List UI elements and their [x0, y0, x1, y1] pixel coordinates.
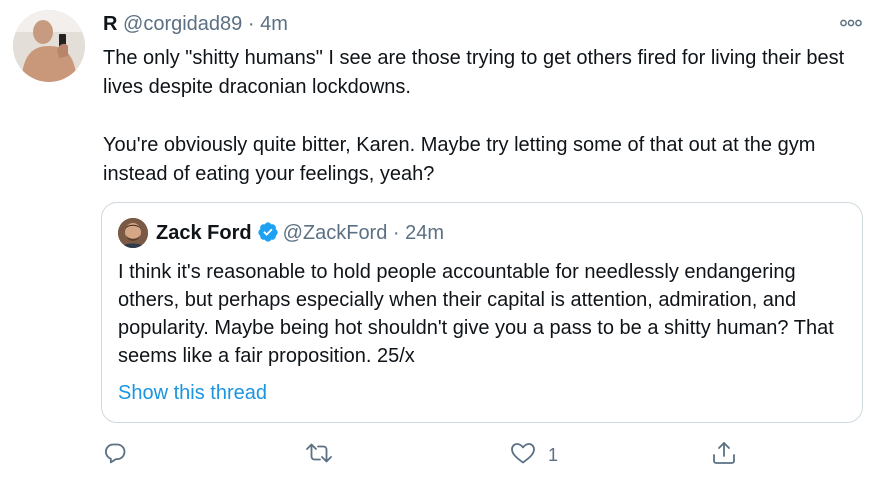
tweet-text: The only "shitty humans" I see are those…	[103, 44, 873, 189]
separator: ·	[247, 13, 255, 35]
quoted-handle[interactable]: @ZackFord	[283, 222, 388, 244]
like-count: 1	[548, 444, 559, 465]
show-thread-link[interactable]: Show this thread	[118, 380, 267, 406]
display-name[interactable]: R	[103, 13, 117, 35]
quoted-tweet-text: I think it's reasonable to hold people a…	[118, 261, 834, 367]
verified-badge-icon	[257, 221, 279, 243]
share-icon	[711, 440, 737, 471]
separator: ·	[392, 222, 400, 244]
quoted-timestamp[interactable]: 24m	[405, 222, 444, 244]
reply-button[interactable]	[103, 440, 127, 470]
more-dots-icon[interactable]	[836, 9, 866, 35]
share-button[interactable]	[711, 440, 737, 470]
quoted-display-name[interactable]: Zack Ford	[156, 222, 252, 244]
quoted-header: Zack Ford @ZackFord · 24m	[156, 219, 444, 247]
avatar[interactable]	[13, 10, 85, 82]
tweet-paragraph: The only "shitty humans" I see are those…	[103, 47, 845, 98]
handle[interactable]: @corgidad89	[123, 13, 242, 35]
heart-icon	[510, 441, 536, 470]
action-bar: 1	[0, 440, 882, 470]
tweet-paragraph: You're obviously quite bitter, Karen. Ma…	[103, 134, 816, 185]
quoted-tweet-card[interactable]: Zack Ford @ZackFord · 24m I think it's re…	[101, 202, 863, 423]
tweet-header: R @corgidad89 · 4m	[103, 11, 288, 37]
quoted-avatar	[118, 218, 148, 248]
reply-icon	[103, 441, 127, 470]
retweet-button[interactable]	[305, 440, 333, 470]
like-button[interactable]: 1	[510, 440, 558, 470]
timestamp[interactable]: 4m	[260, 13, 288, 35]
retweet-icon	[305, 441, 333, 470]
